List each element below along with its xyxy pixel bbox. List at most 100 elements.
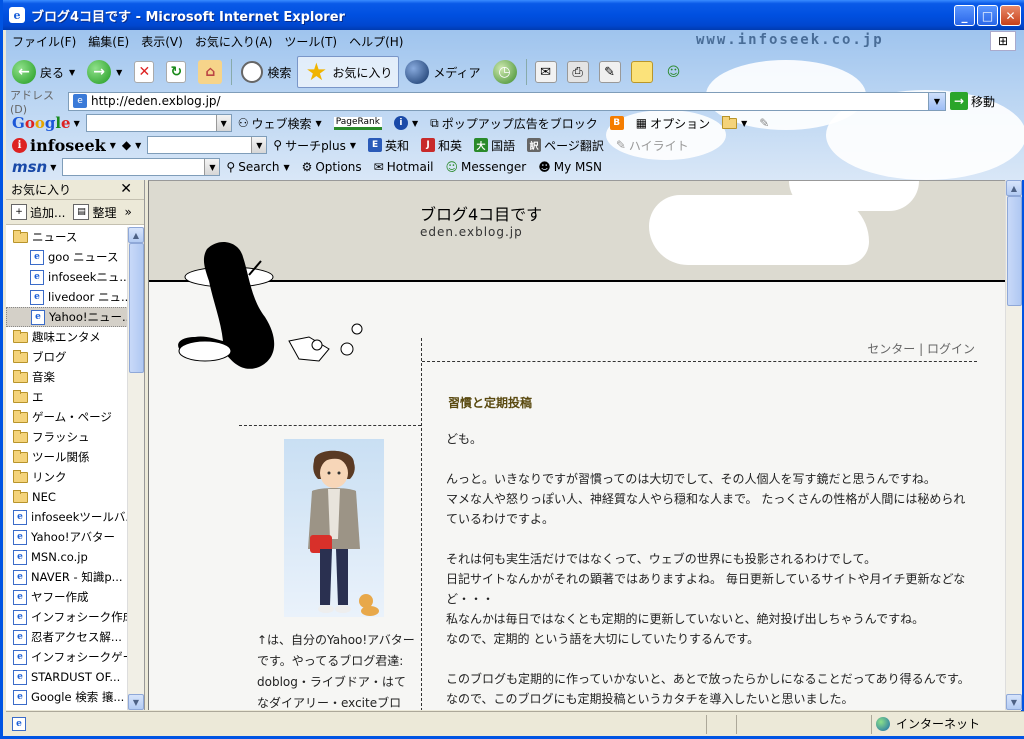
add-favorite-button[interactable]: + 追加... [11, 204, 65, 221]
favorites-link[interactable]: e STARDUST OF... [6, 667, 128, 687]
favorites-folder[interactable]: リンク [6, 467, 128, 487]
history-button[interactable]: ◷ [487, 56, 523, 88]
menu-favorites[interactable]: お気に入り(A) [189, 33, 279, 50]
favorites-button[interactable]: ★ お気に入り [297, 56, 400, 88]
search-button[interactable]: 検索 [235, 56, 297, 88]
login-link[interactable]: ログイン [927, 342, 975, 356]
google-logo[interactable]: Google [12, 114, 71, 132]
favorites-folder[interactable]: エ [6, 387, 128, 407]
favorites-folder[interactable]: ニュース [6, 227, 128, 247]
favorites-link[interactable]: e livedoor ニュ... [6, 287, 128, 307]
chevron-down-icon[interactable]: ▼ [215, 115, 231, 131]
infoseek-toolbar: i infoseek ▼ ◆ ▼ ▼ ⚲ サーチplus ▼ E 英和 J 和英 大国語 訳… [6, 134, 1024, 156]
favorites-link[interactable]: e インフォシークゲー... [6, 647, 128, 667]
chevron-down-icon[interactable]: ▼ [110, 141, 116, 150]
favorites-link[interactable]: e infoseekツールバ... [6, 507, 128, 527]
edit-icon[interactable]: ✎ [598, 61, 621, 83]
folder-button[interactable]: ▼ [722, 115, 747, 129]
favorites-folder[interactable]: 音楽 [6, 367, 128, 387]
favorites-link[interactable]: e 忍者アクセス解... [6, 627, 128, 647]
chevron-down-icon[interactable]: ▼ [928, 92, 945, 110]
organize-button[interactable]: ▤ 整理 [73, 204, 116, 221]
favorites-scrollbar[interactable]: ▲ ▼ [127, 227, 144, 710]
messenger-button[interactable]: ☺ Messenger [446, 160, 527, 174]
menu-file[interactable]: ファイル(F) [6, 33, 82, 50]
infoseek-search-input[interactable]: ▼ [147, 136, 268, 154]
favorites-folder[interactable]: ツール関係 [6, 447, 128, 467]
ja-en-button[interactable]: J 和英 [421, 137, 462, 154]
menu-view[interactable]: 表示(V) [135, 33, 189, 50]
infoseek-logo[interactable]: i infoseek [12, 136, 106, 155]
scroll-up-icon[interactable]: ▲ [128, 227, 144, 243]
forward-button[interactable]: → ▼ [81, 56, 128, 88]
favorites-folder[interactable]: ゲーム・ページ [6, 407, 128, 427]
scroll-down-icon[interactable]: ▼ [128, 694, 144, 710]
close-icon[interactable]: ✕ [120, 181, 132, 197]
favorites-link[interactable]: e Google 検索 攘... [6, 687, 128, 707]
favorites-item-label: goo ニュース [48, 250, 119, 264]
favorites-link[interactable]: e ヤフー作成 [6, 587, 128, 607]
chevron-down-icon[interactable]: ▼ [50, 163, 56, 172]
highlighter-button[interactable]: ✎ [759, 116, 769, 130]
scroll-down-icon[interactable]: ▼ [1006, 694, 1022, 710]
chevron-down-icon[interactable]: ▼ [204, 159, 220, 175]
stop-button[interactable]: ✕ [128, 56, 160, 88]
favorites-item-label: Google 検索 攘... [31, 690, 125, 704]
tag-button[interactable]: ◆ ▼ [122, 138, 141, 152]
msn-logo[interactable]: msn [12, 158, 47, 176]
search-plus-button[interactable]: ⚲ サーチplus ▼ [273, 137, 356, 154]
favorites-link[interactable]: e MSN.co.jp [6, 547, 128, 567]
go-button[interactable]: → 移動 [950, 92, 995, 110]
scroll-thumb[interactable] [129, 243, 144, 373]
favorites-link[interactable]: e Yahoo!アバター [6, 527, 128, 547]
page-scrollbar[interactable]: ▲ ▼ [1005, 180, 1022, 710]
center-link[interactable]: センター [867, 342, 915, 356]
msn-search-input[interactable]: ▼ [62, 158, 221, 176]
mail-icon[interactable]: ✉ [534, 61, 557, 83]
page-translate-button[interactable]: 訳ページ翻訳 [527, 137, 604, 154]
favorites-link[interactable]: e インフォシーク作成 [6, 607, 128, 627]
favorites-link[interactable]: e Yahoo!ニュー... [6, 307, 128, 327]
blogger-button[interactable]: B [609, 116, 624, 130]
options-button[interactable]: ▦ オプション [636, 115, 710, 132]
popup-block-button[interactable]: ⧉ ポップアップ広告をブロック [430, 115, 598, 132]
info-button[interactable]: i ▼ [393, 116, 418, 130]
address-input[interactable]: e http://eden.exblog.jp/ ▼ [68, 91, 946, 111]
post-title[interactable]: 習慣と定期投稿 [448, 394, 532, 411]
favorites-folder[interactable]: 趣味エンタメ [6, 327, 128, 347]
messenger-icon[interactable]: ☺ [663, 61, 685, 83]
favorites-folder[interactable]: フラッシュ [6, 427, 128, 447]
refresh-button[interactable]: ↻ [160, 56, 192, 88]
maximize-button[interactable]: □ [977, 5, 998, 26]
kokugo-button[interactable]: 大国語 [474, 137, 515, 154]
web-search-button[interactable]: ⚇ ウェブ検索 ▼ [238, 115, 322, 132]
media-button[interactable]: メディア [399, 56, 486, 88]
chevron-down-icon[interactable]: ▼ [74, 119, 80, 128]
scroll-up-icon[interactable]: ▲ [1006, 180, 1022, 196]
mymsn-button[interactable]: ☻ My MSN [538, 160, 602, 174]
favorites-link[interactable]: e infoseekニュ... [6, 267, 128, 287]
chevron-down-icon[interactable]: ▼ [251, 137, 267, 153]
highlight-button[interactable]: ✎ ハイライト [616, 137, 689, 154]
print-icon[interactable]: ⎙ [566, 61, 589, 83]
favorites-folder[interactable]: ブログ [6, 347, 128, 367]
more-chevron-icon[interactable]: » [124, 205, 131, 219]
home-button[interactable]: ⌂ [192, 56, 228, 88]
scroll-thumb[interactable] [1007, 196, 1022, 306]
menu-edit[interactable]: 編集(E) [82, 33, 135, 50]
back-button[interactable]: ← 戻る ▼ [6, 56, 81, 88]
msn-search-button[interactable]: ⚲ Search ▼ [226, 160, 289, 174]
discuss-icon[interactable] [630, 61, 653, 83]
favorites-link[interactable]: e NAVER - 知識p... [6, 567, 128, 587]
favorites-folder[interactable]: NEC [6, 487, 128, 507]
menu-tools[interactable]: ツール(T) [278, 33, 343, 50]
blog-title[interactable]: ブログ4コ目です [420, 201, 542, 225]
en-ja-button[interactable]: E 英和 [368, 137, 409, 154]
minimize-button[interactable]: _ [954, 5, 975, 26]
msn-options-button[interactable]: ⚙ Options [302, 160, 362, 174]
hotmail-button[interactable]: ✉ Hotmail [374, 160, 434, 174]
menu-help[interactable]: ヘルプ(H) [343, 33, 409, 50]
favorites-link[interactable]: e goo ニュース [6, 247, 128, 267]
close-button[interactable]: ✕ [1000, 5, 1021, 26]
google-search-input[interactable]: ▼ [85, 114, 232, 132]
